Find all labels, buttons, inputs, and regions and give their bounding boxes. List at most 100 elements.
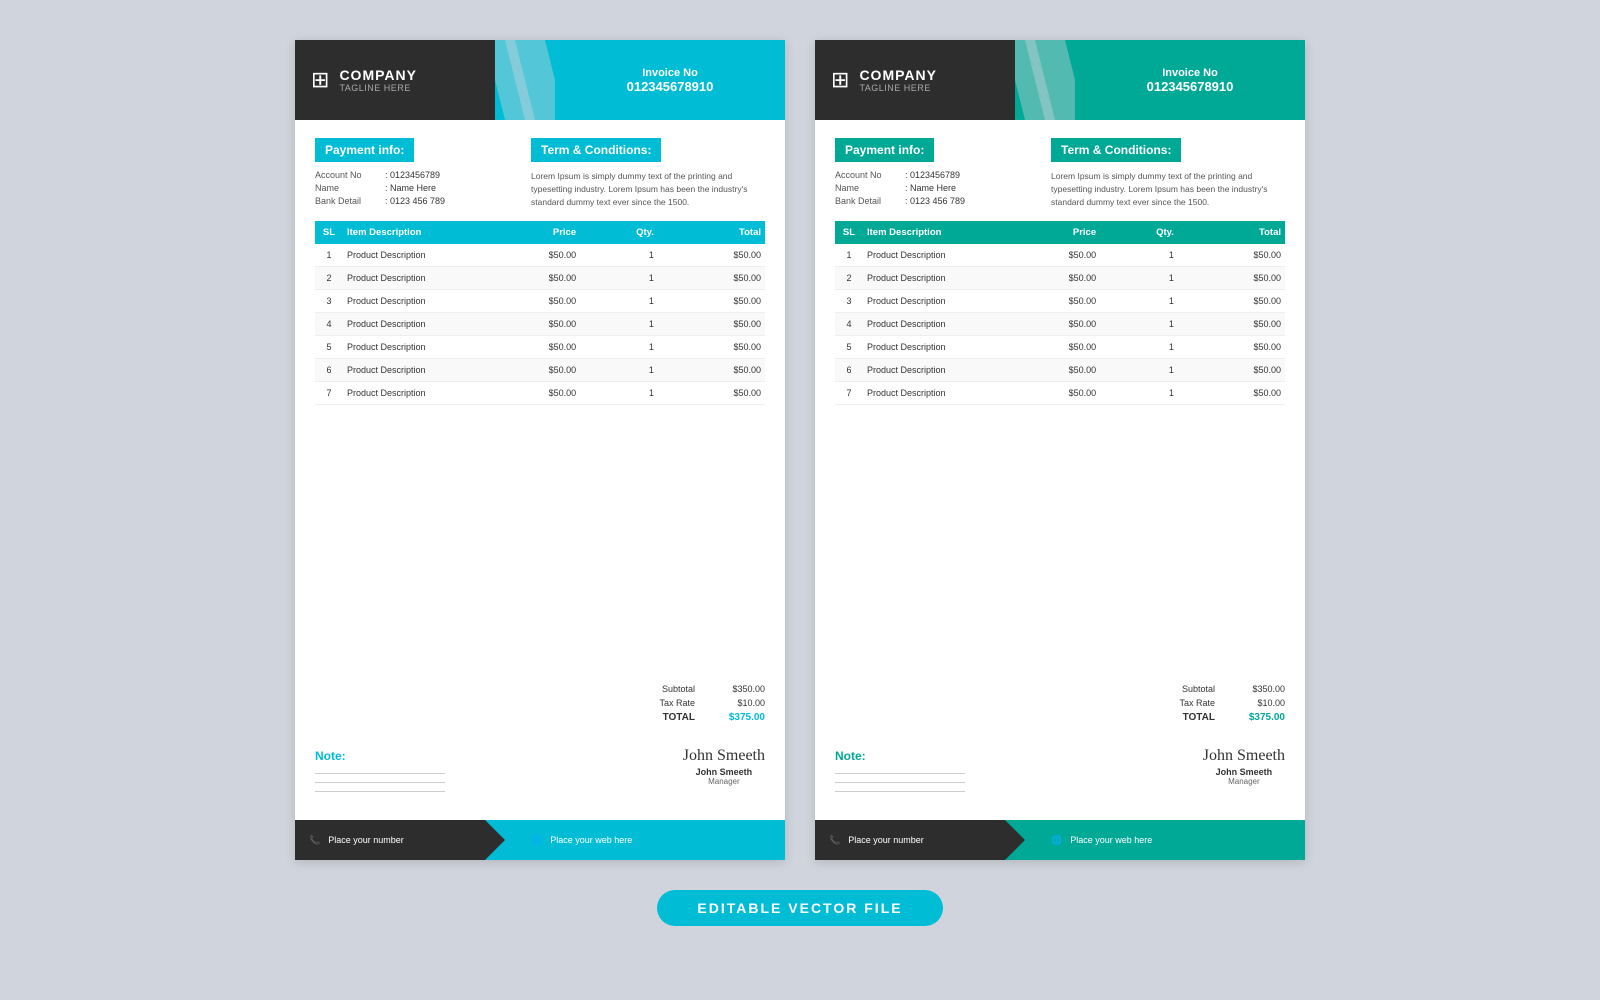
cell-total: $50.00 [1178,359,1285,382]
invoice-2-table-body: 1 Product Description $50.00 1 $50.00 2 … [835,244,1285,405]
bank-value: : 0123 456 789 [385,196,445,206]
invoice-2-footer: 📞 Place your number 🌐 Place your web her… [815,820,1305,860]
cell-qty: 1 [580,359,658,382]
name-value-2: : Name Here [905,183,956,193]
col-total-header: Total [658,221,765,244]
invoice-1: ⊞ COMPANY TAGLINE HERE Invoice No 012345… [295,40,785,860]
cell-desc: Product Description [863,336,993,359]
account-value: : 0123456789 [385,170,440,180]
cell-total: $50.00 [1178,244,1285,267]
table-row: 6 Product Description $50.00 1 $50.00 [835,359,1285,382]
cell-desc: Product Description [343,267,473,290]
cell-desc: Product Description [863,382,993,405]
invoice-2-header: ⊞ COMPANY TAGLINE HERE Invoice No 012345… [815,40,1305,120]
payment-row-account: Account No : 0123456789 [315,170,515,180]
cell-total: $50.00 [658,336,765,359]
payment-info-label: Payment info: [315,138,414,162]
table-header-row-2: SL Item Description Price Qty. Total [835,221,1285,244]
cell-total: $50.00 [1178,336,1285,359]
cell-total: $50.00 [1178,290,1285,313]
cell-qty: 1 [580,244,658,267]
signature-area: John Smeeth John Smeeth Manager [683,747,765,786]
cell-desc: Product Description [863,313,993,336]
cell-desc: Product Description [343,290,473,313]
cell-sl: 5 [315,336,343,359]
cell-price: $50.00 [993,359,1100,382]
note-lines [315,773,445,792]
cell-qty: 1 [1100,244,1178,267]
subtotal-value: $350.00 [705,684,765,694]
col-total-header-2: Total [1178,221,1285,244]
invoice-1-table-section: SL Item Description Price Qty. Total 1 P… [295,221,785,678]
payment-rows-2: Account No : 0123456789 Name : Name Here… [835,170,1035,206]
note-line-3-2 [835,791,965,792]
cell-qty: 1 [580,336,658,359]
col-sl-header-2: SL [835,221,863,244]
cell-price: $50.00 [473,382,580,405]
cell-qty: 1 [580,382,658,405]
invoice-2-table: SL Item Description Price Qty. Total 1 P… [835,221,1285,405]
signature-area-2: John Smeeth John Smeeth Manager [1203,747,1285,786]
cell-sl: 2 [315,267,343,290]
col-desc-header: Item Description [343,221,473,244]
cell-desc: Product Description [863,267,993,290]
cell-qty: 1 [1100,313,1178,336]
company-tagline-2: TAGLINE HERE [859,83,937,93]
table-row: 6 Product Description $50.00 1 $50.00 [315,359,765,382]
cell-qty: 1 [580,290,658,313]
payment-info-label-2: Payment info: [835,138,934,162]
table-row: 1 Product Description $50.00 1 $50.00 [835,244,1285,267]
header-x-shape-2 [1015,40,1075,120]
cell-qty: 1 [580,267,658,290]
bank-label: Bank Detail [315,196,385,206]
invoice-no-value: 012345678910 [627,79,714,94]
col-price-header: Price [473,221,580,244]
invoice-1-logo-area: ⊞ COMPANY TAGLINE HERE [295,40,495,120]
invoice-2-no-area: Invoice No 012345678910 [1075,40,1305,120]
col-price-header-2: Price [993,221,1100,244]
note-line-2-2 [835,782,965,783]
footer-web-label-2: Place your web here [1070,835,1152,845]
invoice-2-totals: Subtotal $350.00 Tax Rate $10.00 TOTAL $… [815,678,1305,729]
cell-price: $50.00 [993,267,1100,290]
cell-desc: Product Description [343,336,473,359]
name-label-2: Name [835,183,905,193]
cell-price: $50.00 [993,290,1100,313]
invoice-1-header: ⊞ COMPANY TAGLINE HERE Invoice No 012345… [295,40,785,120]
cell-sl: 1 [835,244,863,267]
table-row: 5 Product Description $50.00 1 $50.00 [315,336,765,359]
cell-price: $50.00 [473,290,580,313]
cell-price: $50.00 [993,382,1100,405]
phone-icon-2: 📞 [829,835,840,846]
taxrate-value: $10.00 [705,698,765,708]
table-header-row: SL Item Description Price Qty. Total [315,221,765,244]
footer-arrow [495,820,515,860]
total-row-2: TOTAL $375.00 [835,710,1285,725]
note-line-1 [315,773,445,774]
table-row: 5 Product Description $50.00 1 $50.00 [835,336,1285,359]
cell-desc: Product Description [343,244,473,267]
terms-text: Lorem Ipsum is simply dummy text of the … [531,170,765,208]
cell-sl: 2 [835,267,863,290]
col-qty-header: Qty. [580,221,658,244]
name-label: Name [315,183,385,193]
col-desc-header-2: Item Description [863,221,993,244]
invoice-no-value-2: 012345678910 [1147,79,1234,94]
terms-label-2: Term & Conditions: [1051,138,1181,162]
table-row: 1 Product Description $50.00 1 $50.00 [315,244,765,267]
note-label-2: Note: [835,749,866,763]
signature-title: Manager [683,777,765,786]
company-logo-icon-2: ⊞ [831,67,849,93]
account-label: Account No [315,170,385,180]
invoice-2-terms: Term & Conditions: Lorem Ipsum is simply… [1051,138,1285,209]
cell-sl: 4 [835,313,863,336]
invoice-no-label: Invoice No [642,67,698,79]
invoice-no-label-2: Invoice No [1162,67,1218,79]
invoice-1-table: SL Item Description Price Qty. Total 1 P… [315,221,765,405]
cell-qty: 1 [1100,267,1178,290]
company-text: COMPANY TAGLINE HERE [339,67,417,93]
table-row: 3 Product Description $50.00 1 $50.00 [315,290,765,313]
cell-sl: 4 [315,313,343,336]
footer-phone-label-2: Place your number [848,835,924,845]
footer-phone-label: Place your number [328,835,404,845]
